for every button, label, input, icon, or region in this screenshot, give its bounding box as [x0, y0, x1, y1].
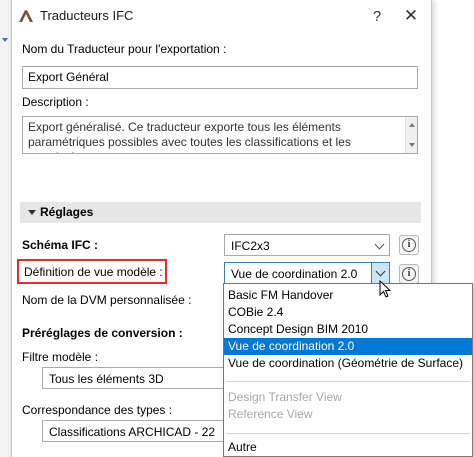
- mvd-label: Définition de vue modèle :: [24, 265, 163, 279]
- help-button[interactable]: ?: [367, 6, 387, 26]
- window-title: Traducteurs IFC: [40, 8, 134, 23]
- dropdown-item[interactable]: Vue de coordination (Géométrie de Surfac…: [224, 355, 472, 372]
- mouse-cursor-icon: [379, 280, 391, 298]
- ifc-schema-select[interactable]: IFC2x3: [224, 234, 390, 256]
- custom-mvd-label: Nom de la DVM personnalisée :: [22, 293, 192, 307]
- description-label: Description :: [22, 95, 89, 109]
- dropdown-item-selected[interactable]: Vue de coordination 2.0: [224, 338, 472, 355]
- dropdown-separator: [226, 433, 470, 434]
- dropdown-item[interactable]: Autre: [224, 439, 472, 456]
- info-icon: i: [402, 267, 416, 281]
- mvd-select[interactable]: Vue de coordination 2.0: [224, 262, 390, 284]
- settings-header-label: Réglages: [40, 205, 94, 219]
- type-mapping-value: Classifications ARCHICAD - 22: [49, 425, 216, 439]
- model-filter-select[interactable]: Tous les éléments 3D: [42, 367, 232, 389]
- mvd-info-button[interactable]: i: [399, 264, 419, 284]
- archicad-logo-icon: [19, 10, 33, 22]
- description-scrollbar[interactable]: [405, 117, 417, 153]
- scroll-up-icon[interactable]: [409, 123, 415, 127]
- dropdown-item[interactable]: Basic FM Handover: [224, 287, 472, 304]
- chevron-down-icon: [374, 239, 385, 250]
- close-button[interactable]: ✕: [401, 6, 421, 26]
- type-mapping-label: Correspondance des types :: [22, 403, 173, 417]
- title-bar: Traducteurs IFC ? ✕: [12, 0, 431, 32]
- scroll-down-icon[interactable]: [409, 143, 415, 147]
- background-arrow-icon: [2, 38, 8, 42]
- ifc-schema-info-button[interactable]: i: [399, 235, 419, 255]
- type-mapping-select[interactable]: Classifications ARCHICAD - 22: [42, 420, 232, 442]
- info-icon: i: [402, 238, 416, 252]
- dropdown-item-disabled: Reference View: [228, 407, 313, 421]
- translator-name-input[interactable]: Export Général: [22, 66, 418, 89]
- mvd-dropdown-list: Basic FM Handover COBie 2.4 Concept Desi…: [223, 283, 473, 457]
- description-textarea[interactable]: Export généralisé. Ce traducteur exporte…: [22, 116, 418, 154]
- description-text: Export généralisé. Ce traducteur exporte…: [28, 120, 351, 153]
- settings-section-header[interactable]: Réglages: [20, 202, 421, 223]
- collapse-triangle-icon: [28, 210, 36, 215]
- dropdown-item[interactable]: Concept Design BIM 2010: [224, 321, 472, 338]
- dropdown-item-disabled: Design Transfer View: [228, 390, 342, 404]
- model-filter-label: Filtre modèle :: [22, 350, 99, 364]
- model-filter-value: Tous les éléments 3D: [49, 372, 164, 386]
- ifc-schema-value: IFC2x3: [231, 239, 270, 253]
- ifc-schema-label: Schéma IFC :: [22, 238, 99, 252]
- background-window-strip: [0, 0, 11, 457]
- dropdown-item[interactable]: COBie 2.4: [224, 304, 472, 321]
- translator-name-label: Nom du Traducteur pour l'exportation :: [22, 42, 227, 56]
- dropdown-separator: [226, 381, 470, 382]
- conversion-presets-label: Préréglages de conversion :: [22, 326, 183, 340]
- mvd-value: Vue de coordination 2.0: [231, 267, 358, 281]
